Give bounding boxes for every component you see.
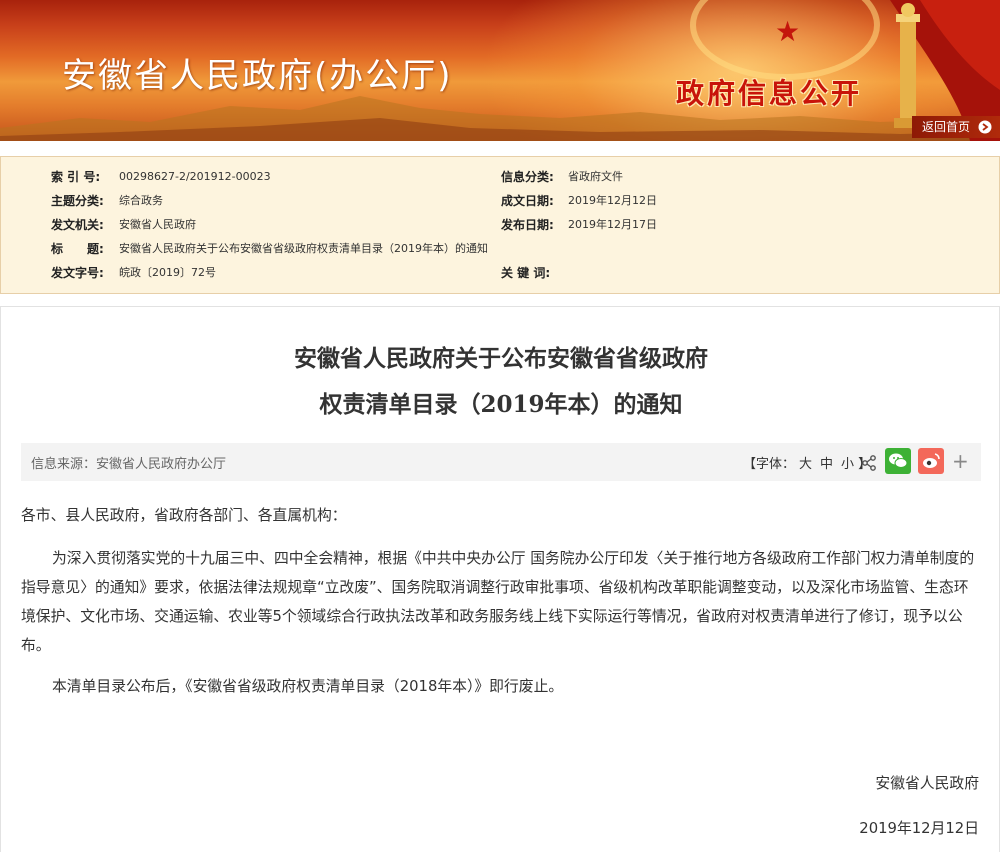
font-small-button[interactable]: 小 [841,457,854,472]
index-no-label: 索 引 号: [51,170,101,184]
keywords-label: 关 键 词: [501,266,551,280]
topic-value: 综合政务 [119,194,163,207]
font-medium-button[interactable]: 中 [820,457,833,472]
site-banner: ★ 安徽省人民政府(办公厅) 政府信息公开 返回首页 [0,0,1000,141]
doc-no-label: 发文字号: [51,266,104,280]
paragraph-salutation: 各市、县人民政府，省政府各部门、各直属机构： [21,507,347,524]
title-value: 安徽省人民政府关于公布安徽省省级政府权责清单目录（2019年本）的通知 [119,242,488,255]
article-title-line2: 权责清单目录（2019年本）的通知 [319,391,683,418]
issuer-value: 安徽省人民政府 [119,218,196,231]
info-class-label: 信息分类: [501,170,554,184]
share-icon[interactable] [861,455,877,471]
section-title: 政府信息公开 [676,77,863,110]
wechat-icon[interactable] [885,448,911,474]
publish-date-label: 发布日期: [501,218,554,232]
star-icon: ★ [775,15,801,48]
article-info-bar: 信息来源：安徽省人民政府办公厅 【字体：大中小】 + [21,443,981,481]
plus-icon[interactable]: + [952,449,969,473]
topic-label: 主题分类: [51,194,104,208]
home-link-label: 返回首页 [922,120,971,134]
article-panel: 安徽省人民政府关于公布安徽省省级政府 权责清单目录（2019年本）的通知 信息来… [0,306,1000,852]
signature-date: 2019年12月12日 [859,820,979,837]
font-size-prefix: 【字体： [743,457,796,472]
site-title: 安徽省人民政府(办公厅) [62,56,453,96]
info-source: 信息来源：安徽省人民政府办公厅 [31,457,227,472]
paragraph-body: 为深入贯彻落实党的十九届三中、四中全会精神，根据《中共中央办公厅 国务院办公厅印… [21,550,975,654]
made-date-label: 成文日期: [501,194,554,208]
signature-org: 安徽省人民政府 [875,775,979,792]
article-title-line1: 安徽省人民政府关于公布安徽省省级政府 [294,345,708,372]
font-large-button[interactable]: 大 [799,457,812,472]
title-label: 标 题: [51,242,104,256]
info-class-value: 省政府文件 [568,170,623,183]
document-meta-box: 索 引 号: 00298627-2/201912-00023 信息分类: 省政府… [0,156,1000,294]
arrow-right-icon [978,120,992,134]
index-no-value: 00298627-2/201912-00023 [119,170,271,183]
weibo-icon[interactable] [918,448,944,474]
issuer-label: 发文机关: [51,218,104,232]
home-link[interactable]: 返回首页 [912,116,1000,138]
publish-date-value: 2019年12月17日 [568,218,657,231]
font-size-control: 【字体：大中小】 [743,453,871,472]
paragraph-abolish: 本清单目录公布后，《安徽省省级政府权责清单目录（2018年本）》即行废止。 [52,678,564,695]
made-date-value: 2019年12月12日 [568,194,657,207]
doc-no-value: 皖政〔2019〕72号 [119,266,216,279]
